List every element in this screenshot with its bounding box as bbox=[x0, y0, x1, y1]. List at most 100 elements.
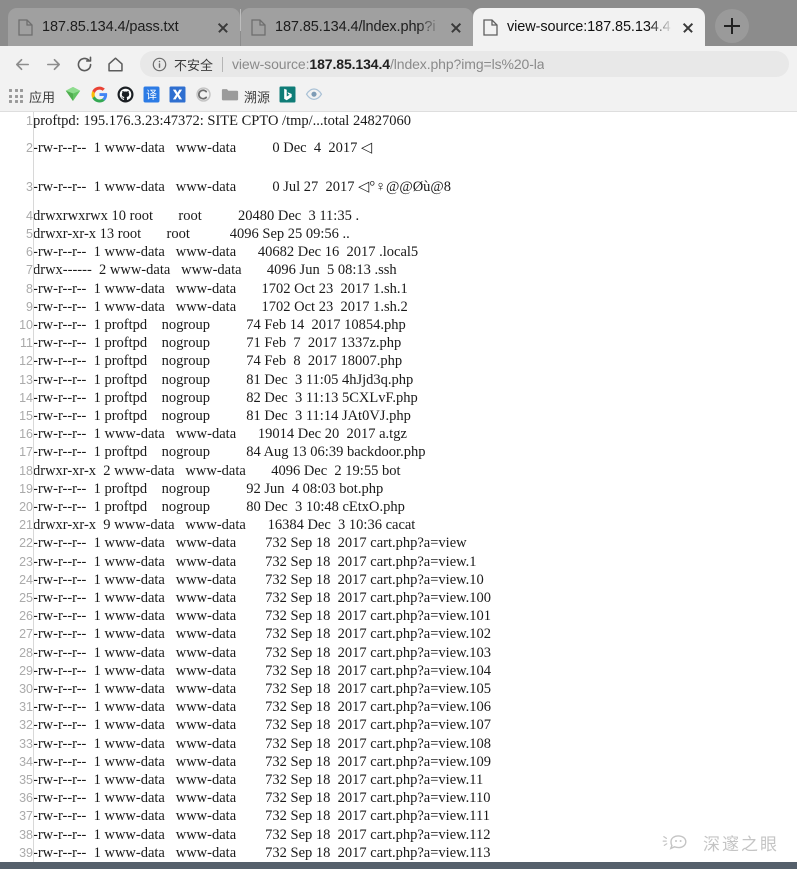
address-bar[interactable]: 不安全 view-source:187.85.134.4/lndex.php?i… bbox=[140, 51, 789, 77]
line-content[interactable]: drwxr-xr-x 2 www-data www-data 4096 Dec … bbox=[33, 462, 797, 480]
line-number: 12 bbox=[19, 354, 33, 369]
browser-tab-1[interactable]: 187.85.134.4/pass.txt bbox=[8, 8, 240, 46]
line-number: 6 bbox=[26, 245, 33, 260]
line-content[interactable]: drwxr-xr-x 13 root root 4096 Sep 25 09:5… bbox=[33, 225, 797, 243]
line-content[interactable]: -rw-r--r-- 1 proftpd nogroup 74 Feb 14 2… bbox=[33, 316, 797, 334]
source-line: 37 -rw-r--r-- 1 www-data www-data 732 Sep… bbox=[0, 807, 797, 825]
line-content[interactable]: -rw-r--r-- 1 www-data www-data 732 Sep 1… bbox=[33, 789, 797, 807]
source-line: 21 drwxr-xr-x 9 www-data www-data 16384 D… bbox=[0, 516, 797, 534]
line-content[interactable]: -rw-r--r-- 1 www-data www-data 732 Sep 1… bbox=[33, 571, 797, 589]
line-content[interactable]: -rw-r--r-- 1 www-data www-data 732 Sep 1… bbox=[33, 735, 797, 753]
source-line: 38 -rw-r--r-- 1 www-data www-data 732 Sep… bbox=[0, 826, 797, 844]
line-content[interactable]: -rw-r--r-- 1 www-data www-data 732 Sep 1… bbox=[33, 553, 797, 571]
source-line: 20 -rw-r--r-- 1 proftpd nogroup 80 Dec 3 … bbox=[0, 498, 797, 516]
line-content[interactable]: drwxr-xr-x 9 www-data www-data 16384 Dec… bbox=[33, 516, 797, 534]
source-line: 17 -rw-r--r-- 1 proftpd nogroup 84 Aug 13… bbox=[0, 443, 797, 461]
line-content[interactable]: -rw-r--r-- 1 www-data www-data 732 Sep 1… bbox=[33, 607, 797, 625]
bookmark-eye[interactable] bbox=[305, 86, 323, 108]
line-content[interactable]: -rw-r--r-- 1 www-data www-data 732 Sep 1… bbox=[33, 662, 797, 680]
source-line: 18 drwxr-xr-x 2 www-data www-data 4096 De… bbox=[0, 462, 797, 480]
line-content[interactable]: -rw-r--r-- 1 www-data www-data 732 Sep 1… bbox=[33, 844, 797, 862]
line-content[interactable]: -rw-r--r-- 1 proftpd nogroup 74 Feb 8 20… bbox=[33, 352, 797, 370]
bookmark-google[interactable] bbox=[91, 86, 108, 108]
bookmark-label: 应用 bbox=[29, 90, 56, 105]
c-circle-icon bbox=[195, 86, 212, 108]
line-content[interactable]: -rw-r--r-- 1 www-data www-data 732 Sep 1… bbox=[33, 716, 797, 734]
line-number: 8 bbox=[26, 281, 33, 296]
line-content[interactable]: -rw-r--r-- 1 www-data www-data 732 Sep 1… bbox=[33, 625, 797, 643]
line-content[interactable]: -rw-r--r-- 1 www-data www-data 0 Jul 27 … bbox=[33, 167, 797, 207]
info-circle-icon[interactable] bbox=[152, 57, 168, 72]
line-content[interactable]: -rw-r--r-- 1 www-data www-data 732 Sep 1… bbox=[33, 589, 797, 607]
close-icon[interactable] bbox=[677, 16, 699, 38]
line-number: 14 bbox=[19, 390, 33, 405]
line-content[interactable]: -rw-r--r-- 1 proftpd nogroup 84 Aug 13 0… bbox=[33, 443, 797, 461]
line-number: 19 bbox=[19, 481, 33, 496]
bookmark-x[interactable] bbox=[169, 86, 186, 108]
source-line: 7 drwx------ 2 www-data www-data 4096 Jun… bbox=[0, 261, 797, 279]
line-content[interactable]: -rw-r--r-- 1 proftpd nogroup 80 Dec 3 10… bbox=[33, 498, 797, 516]
line-content[interactable]: drwx------ 2 www-data www-data 4096 Jun … bbox=[33, 261, 797, 279]
line-content[interactable]: -rw-r--r-- 1 proftpd nogroup 92 Jun 4 08… bbox=[33, 480, 797, 498]
line-content[interactable]: -rw-r--r-- 1 www-data www-data 732 Sep 1… bbox=[33, 753, 797, 771]
line-content[interactable]: -rw-r--r-- 1 www-data www-data 1702 Oct … bbox=[33, 280, 797, 298]
line-content[interactable]: -rw-r--r-- 1 www-data www-data 19014 Dec… bbox=[33, 425, 797, 443]
line-content[interactable]: -rw-r--r-- 1 www-data www-data 40682 Dec… bbox=[33, 243, 797, 261]
close-icon[interactable] bbox=[445, 16, 467, 38]
browser-tab-3[interactable]: view-source:187.85.134.4 bbox=[473, 8, 705, 46]
bookmark-folder-suyuan[interactable]: 溯源 bbox=[221, 86, 270, 108]
line-content[interactable]: -rw-r--r-- 1 www-data www-data 0 Dec 4 2… bbox=[33, 130, 797, 167]
back-arrow-icon[interactable] bbox=[8, 50, 36, 78]
source-line: 39 -rw-r--r-- 1 www-data www-data 732 Sep… bbox=[0, 844, 797, 862]
line-content[interactable]: -rw-r--r-- 1 www-data www-data 732 Sep 1… bbox=[33, 644, 797, 662]
bookmark-apps[interactable]: 应用 bbox=[9, 86, 55, 108]
bookmark-c-circle[interactable] bbox=[195, 86, 212, 108]
close-icon[interactable] bbox=[212, 16, 234, 38]
source-line: 24 -rw-r--r-- 1 www-data www-data 732 Sep… bbox=[0, 571, 797, 589]
line-content[interactable]: drwxrwxrwx 10 root root 20480 Dec 3 11:3… bbox=[33, 207, 797, 225]
green-diamond-icon bbox=[64, 85, 82, 108]
line-content[interactable]: -rw-r--r-- 1 www-data www-data 732 Sep 1… bbox=[33, 771, 797, 789]
bookmark-github[interactable] bbox=[117, 86, 134, 108]
page-icon bbox=[251, 18, 266, 36]
home-icon[interactable] bbox=[101, 50, 129, 78]
new-tab-button[interactable] bbox=[715, 9, 749, 43]
line-number: 30 bbox=[19, 681, 33, 696]
line-number: 4 bbox=[26, 208, 33, 223]
bottom-bar bbox=[0, 862, 797, 869]
bookmarks-bar: 应用 译 溯源 bbox=[0, 82, 797, 112]
line-content[interactable]: -rw-r--r-- 1 www-data www-data 1702 Oct … bbox=[33, 298, 797, 316]
source-line: 6 -rw-r--r-- 1 www-data www-data 40682 De… bbox=[0, 243, 797, 261]
line-content[interactable]: -rw-r--r-- 1 www-data www-data 732 Sep 1… bbox=[33, 534, 797, 552]
url-path: /lndex.php?img=ls%20-la bbox=[389, 56, 545, 72]
line-content[interactable]: proftpd: 195.176.3.23:47372: SITE CPTO /… bbox=[33, 112, 797, 130]
line-content[interactable]: -rw-r--r-- 1 www-data www-data 732 Sep 1… bbox=[33, 807, 797, 825]
source-line: 29 -rw-r--r-- 1 www-data www-data 732 Sep… bbox=[0, 662, 797, 680]
line-number: 31 bbox=[19, 700, 33, 715]
line-number: 3 bbox=[26, 179, 33, 194]
line-number: 24 bbox=[19, 572, 33, 587]
line-number: 34 bbox=[19, 754, 33, 769]
browser-tab-2[interactable]: 187.85.134.4/lndex.php?i bbox=[241, 8, 473, 46]
folder-icon bbox=[221, 87, 239, 107]
line-content[interactable]: -rw-r--r-- 1 proftpd nogroup 81 Dec 3 11… bbox=[33, 371, 797, 389]
source-line: 33 -rw-r--r-- 1 www-data www-data 732 Sep… bbox=[0, 735, 797, 753]
reload-icon[interactable] bbox=[70, 50, 98, 78]
line-content[interactable]: -rw-r--r-- 1 www-data www-data 732 Sep 1… bbox=[33, 698, 797, 716]
source-line: 3 -rw-r--r-- 1 www-data www-data 0 Jul 27… bbox=[0, 167, 797, 207]
bookmark-translate[interactable]: 译 bbox=[143, 86, 160, 108]
line-number: 38 bbox=[19, 827, 33, 842]
bookmark-bing[interactable] bbox=[279, 86, 296, 108]
source-line: 36 -rw-r--r-- 1 www-data www-data 732 Sep… bbox=[0, 789, 797, 807]
source-line: 31 -rw-r--r-- 1 www-data www-data 732 Sep… bbox=[0, 698, 797, 716]
line-content[interactable]: -rw-r--r-- 1 proftpd nogroup 71 Feb 7 20… bbox=[33, 334, 797, 352]
line-content[interactable]: -rw-r--r-- 1 proftpd nogroup 81 Dec 3 11… bbox=[33, 407, 797, 425]
url-text: view-source:187.85.134.4/lndex.php?img=l… bbox=[232, 56, 544, 72]
line-content[interactable]: -rw-r--r-- 1 www-data www-data 732 Sep 1… bbox=[33, 680, 797, 698]
line-content[interactable]: -rw-r--r-- 1 www-data www-data 732 Sep 1… bbox=[33, 826, 797, 844]
line-number: 10 bbox=[19, 317, 33, 332]
forward-arrow-icon[interactable] bbox=[39, 50, 67, 78]
bookmark-green-diamond[interactable] bbox=[64, 86, 82, 108]
source-line: 11 -rw-r--r-- 1 proftpd nogroup 71 Feb 7 … bbox=[0, 334, 797, 352]
line-content[interactable]: -rw-r--r-- 1 proftpd nogroup 82 Dec 3 11… bbox=[33, 389, 797, 407]
